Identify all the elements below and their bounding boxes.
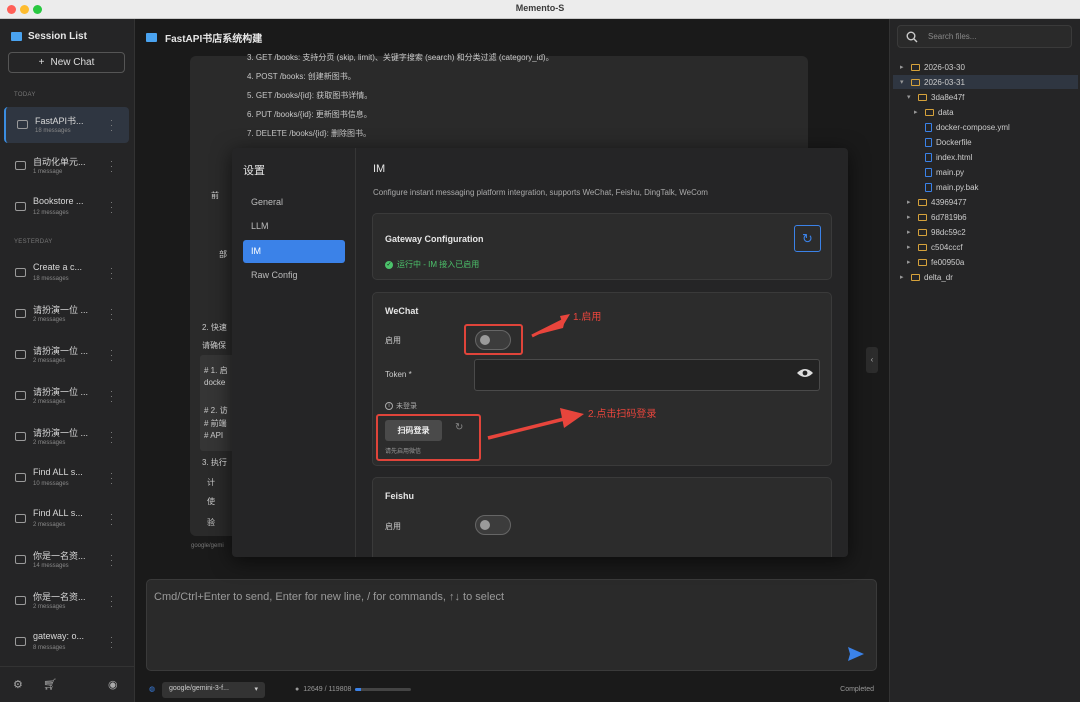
message-line: 请确保	[202, 341, 226, 350]
annotation-arrows	[487, 314, 584, 440]
message-line: 计	[207, 478, 215, 487]
message-line: # API	[204, 431, 224, 440]
message-line: # 2. 访	[204, 406, 228, 415]
message-line: 前	[211, 191, 219, 200]
annotation-step2: 2.点击扫码登录	[588, 409, 657, 420]
message-line: # 前端	[204, 419, 227, 428]
message-line: docke	[204, 378, 226, 387]
message-line: # 1. 启	[204, 366, 228, 375]
message-line: 使	[207, 497, 215, 506]
arrow-step2-shaft	[487, 416, 569, 440]
annotation-step1: 1.启用	[573, 312, 602, 323]
message-line: 部	[219, 250, 227, 259]
message-line: 3. 执行	[202, 458, 227, 467]
message-line: 验	[207, 518, 215, 527]
message-line: 2. 快速	[202, 323, 227, 332]
arrow-step2-head	[560, 408, 584, 428]
